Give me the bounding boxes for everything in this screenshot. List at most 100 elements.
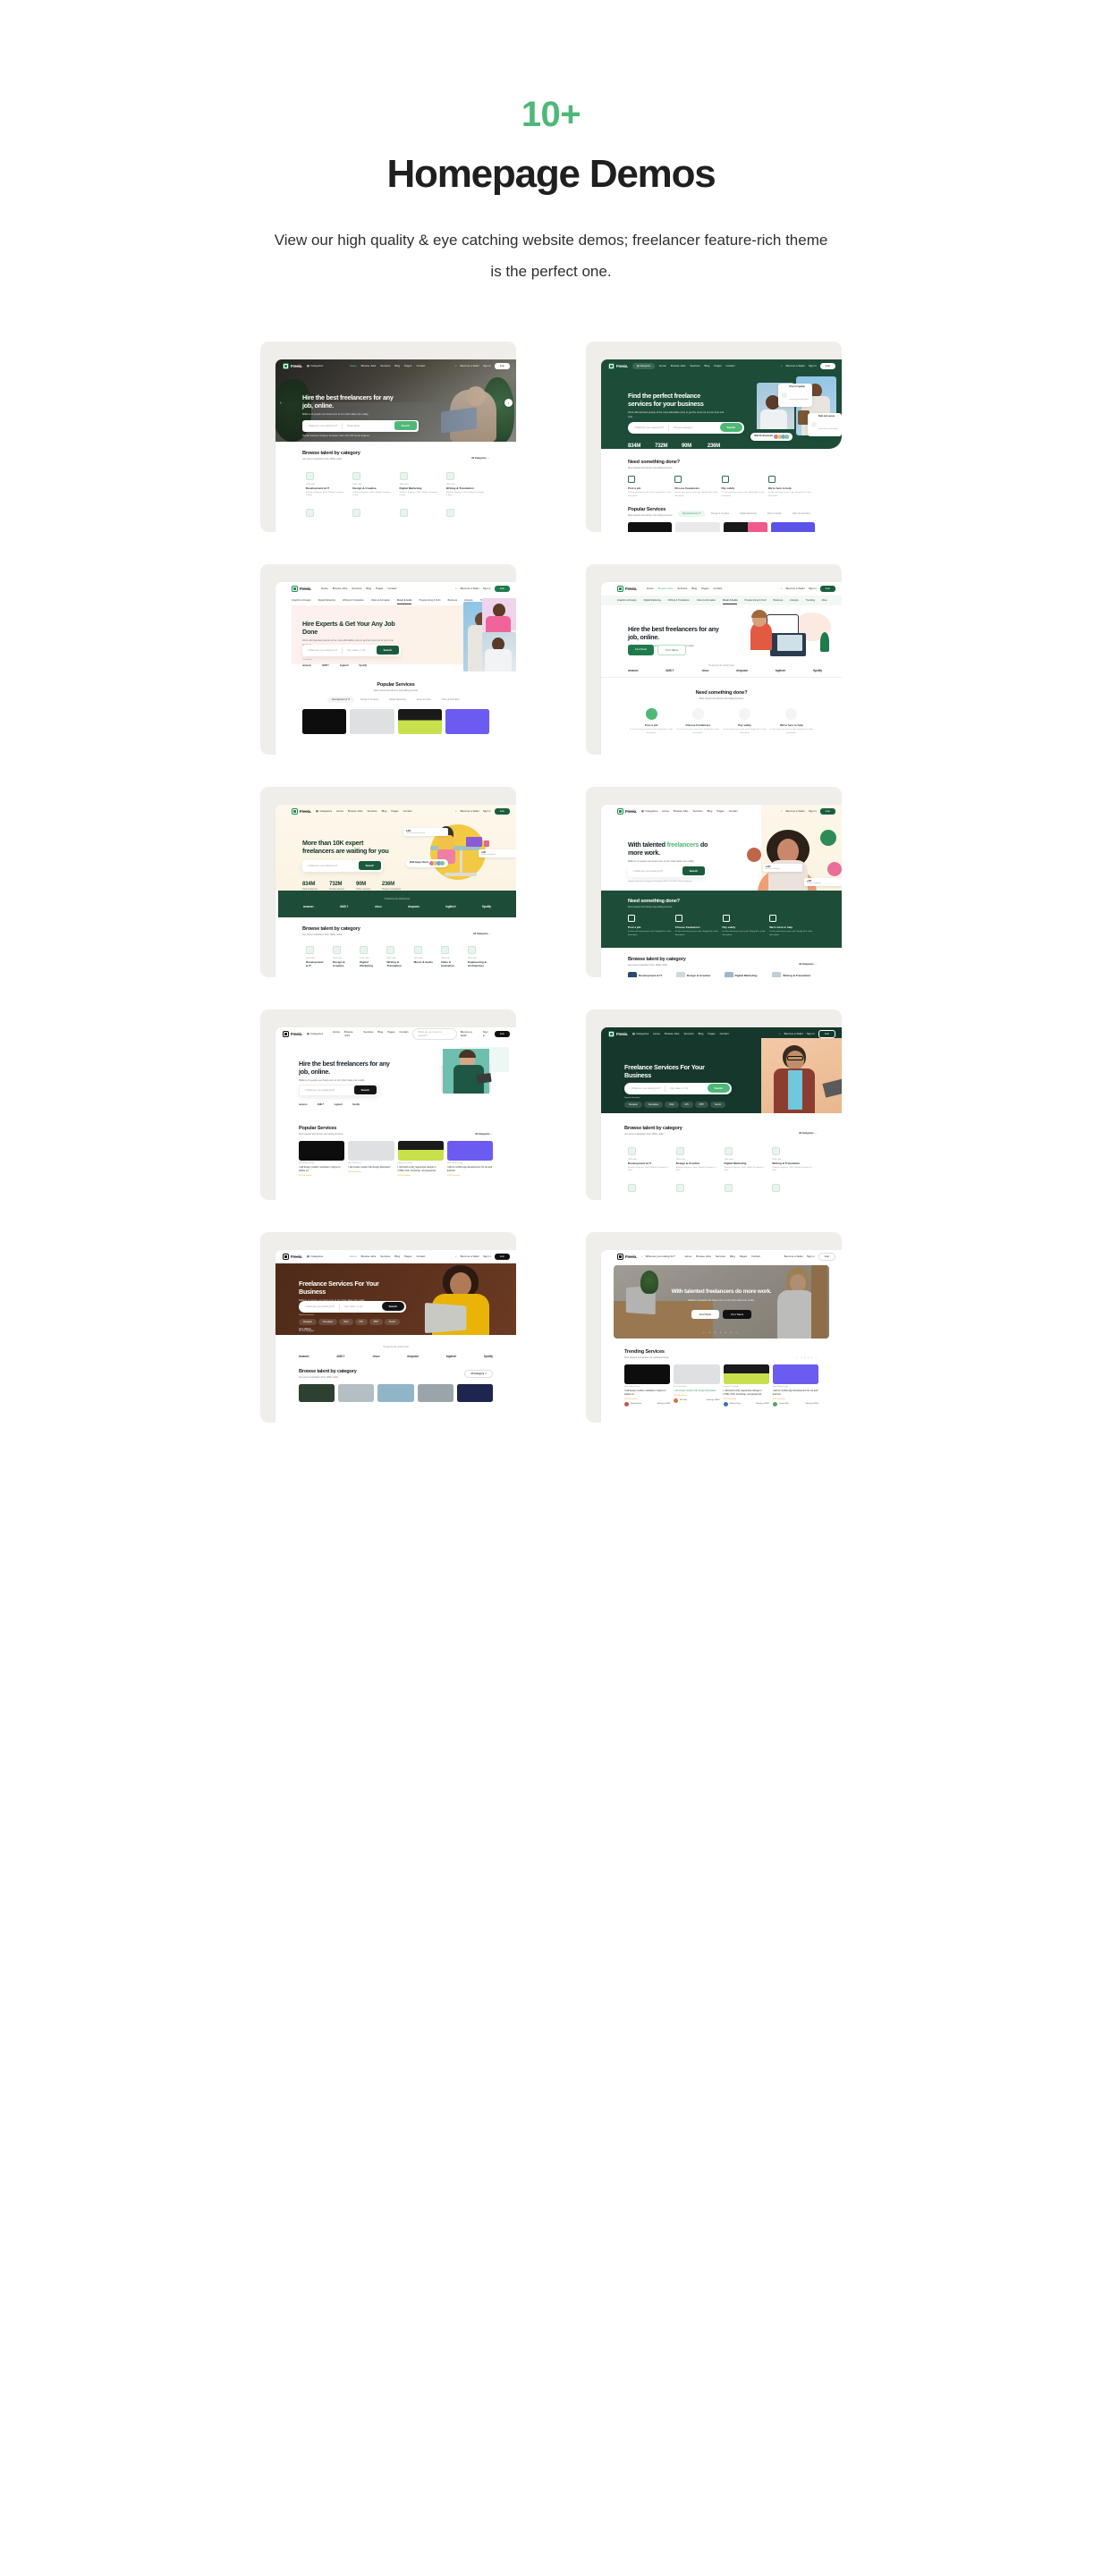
category-card[interactable]: 1853 skills Development & IT (302, 942, 329, 973)
demo-4-navbar[interactable]: Freeio. Home Browse Jobs Services Blog Pages… (601, 582, 842, 595)
category-subnav[interactable]: Graphics & Design Digital Marketing Writin… (601, 595, 842, 605)
join-button[interactable]: Join (494, 585, 510, 593)
join-button[interactable]: Join (819, 362, 835, 370)
service-card[interactable]: Art & Illustration I will create modern f… (348, 1140, 394, 1177)
find-talent-button[interactable]: Find Talent (657, 644, 687, 655)
join-button[interactable]: Join (819, 585, 835, 593)
demo-6-search-bar[interactable]: ⌕ What are you looking for? Search (628, 865, 707, 877)
location-input[interactable]: City, state, or zip (347, 648, 366, 652)
category-card[interactable]: 1853 skills Design & Creative (329, 942, 356, 973)
service-card[interactable]: Design & Creative I will build a fully re… (723, 1364, 769, 1406)
demo-card-3[interactable]: Freeio. Home Browse Jobs Services Blog Pages… (260, 563, 516, 755)
all-categories-link[interactable]: All Categories → (473, 933, 491, 935)
find-talent-button[interactable]: Find Talent (723, 1309, 752, 1319)
demo-1-navbar[interactable]: Freeio. ▦ Categories Home Browse Jobs Serv… (276, 359, 516, 373)
category-card[interactable]: 1853 skills Writing & Translation Software… (443, 468, 489, 503)
category-card[interactable]: 1853 skills Music & Audio (411, 942, 437, 973)
search-input[interactable]: ⌕ What are you looking for? (641, 1254, 675, 1258)
demo-card-2[interactable]: Freeio. ▦ Categories Home Browse Jobs Serv… (586, 341, 842, 532)
categories-menu[interactable]: ▦ Categories (641, 809, 657, 813)
service-card[interactable] (628, 521, 673, 532)
join-button[interactable]: Join (494, 362, 510, 370)
service-card[interactable] (445, 708, 489, 734)
category-card[interactable]: 1853 skills Development & IT Software Engi… (624, 1143, 673, 1178)
category-card[interactable]: Digital Marketing (724, 971, 769, 977)
demo-2-search-bar[interactable]: ⌕ What are you looking for? Choose Categ… (628, 421, 744, 434)
all-category-button[interactable]: All Category ↗ (464, 1369, 493, 1378)
category-tile[interactable] (299, 1383, 335, 1402)
all-categories-link[interactable]: All Categories → (475, 1133, 493, 1136)
search-button[interactable]: Search (682, 866, 705, 876)
search-button[interactable]: Search (394, 421, 417, 431)
category-card[interactable]: Design & Creative (675, 971, 721, 977)
role-select[interactable]: Select Role (347, 424, 360, 427)
service-card[interactable] (723, 521, 767, 532)
hero-cta-buttons[interactable]: Find Work Find Talent (614, 1309, 829, 1319)
nav-actions[interactable]: ⌕ Become a Seller Sign in Join (455, 585, 510, 593)
service-card[interactable] (350, 708, 394, 734)
categories-menu[interactable]: ▦ Categories (632, 1032, 648, 1035)
nav-actions[interactable]: ⌕ Become a Seller Sign in Join (779, 1029, 835, 1039)
main-nav[interactable]: Home Browse Jobs Services Blog Pages Contact (659, 364, 734, 367)
categories-menu[interactable]: ▦ Categories (316, 809, 332, 813)
demo-1-search-bar[interactable]: ⌕ What are you looking for? Select Role … (302, 419, 419, 432)
category-tile[interactable] (338, 1383, 375, 1402)
join-button[interactable]: Join (494, 1253, 510, 1261)
categories-menu[interactable]: ▦ Categories (307, 1254, 323, 1258)
nav-actions[interactable]: ⌕ Become a Seller Sign in Join (781, 807, 835, 815)
category-card[interactable]: 1853 skills Digital Marketing Software Eng… (721, 1143, 769, 1178)
nav-actions[interactable]: Become a Seller Sign in Join (784, 1252, 835, 1262)
demo-2-navbar[interactable]: Freeio. ▦ Categories Home Browse Jobs Serv… (601, 359, 842, 373)
join-button[interactable]: Join (819, 807, 835, 815)
category-tile[interactable] (377, 1383, 414, 1402)
category-card[interactable]: 1853 skills Design & Creative Software Eng… (673, 1143, 721, 1178)
categories-menu[interactable]: ▦ Categories (632, 363, 656, 369)
nav-actions[interactable]: What do you want to search? Become a Sel… (412, 1027, 510, 1040)
demo-5-search-bar[interactable]: ⌕ What are you looking for? Search (302, 859, 383, 872)
service-tabs[interactable]: Development & IT Design & Creative Digit… (302, 696, 489, 703)
category-card[interactable]: 1853 skills Development & IT Software Engi… (302, 468, 349, 503)
demo-10-navbar[interactable]: Freeio. ⌕ What are you looking for? Home… (601, 1249, 842, 1263)
demo-card-8[interactable]: Freeio. ▦ Categories Home Browse Jobs Serv… (586, 1009, 842, 1200)
all-categories-link[interactable]: All Categories → (471, 457, 489, 460)
service-card[interactable] (397, 708, 442, 734)
demo-5-navbar[interactable]: Freeio. ▦ Categories Home Browse Jobs Serv… (276, 805, 516, 818)
search-icon[interactable]: ⌕ (455, 809, 457, 813)
search-button[interactable]: Search (707, 1084, 730, 1094)
join-button[interactable]: Join (818, 1252, 835, 1262)
main-nav[interactable]: Home Browse Jobs Services Blog Pages Contact (350, 1254, 425, 1258)
category-card[interactable]: 1853 skills Digital Marketing Software Eng… (396, 468, 443, 503)
all-categories-link[interactable]: All Categories → (799, 963, 817, 966)
search-button[interactable]: Search (376, 646, 399, 655)
category-card[interactable]: 1853 skills Engineering & Architecture (464, 942, 491, 973)
search-button[interactable]: Search (719, 423, 742, 433)
search-icon[interactable]: ⌕ (455, 587, 457, 590)
main-nav[interactable]: Home Browse Jobs Services Blog Pages Contact (662, 809, 737, 813)
find-work-button[interactable]: Find Work (691, 1309, 720, 1319)
location-input[interactable]: City, state, or zip (670, 1086, 689, 1090)
search-button[interactable]: Search (381, 1302, 404, 1312)
search-button[interactable]: Search (353, 1085, 377, 1095)
nav-actions[interactable]: ⌕ Become a Seller Sign in Join (455, 1253, 510, 1261)
categories-menu[interactable]: ▦ Categories (307, 364, 323, 367)
search-button[interactable]: Search (358, 861, 381, 871)
carousel-prev-icon[interactable]: ‹ (280, 401, 282, 406)
demo-card-5[interactable]: Freeio. ▦ Categories Home Browse Jobs Serv… (260, 786, 516, 977)
demo-7-search-bar[interactable]: ⌕ What are you looking for? Search (299, 1084, 379, 1096)
demo-card-9[interactable]: Freeio. ▦ Categories Home Browse Jobs Serv… (260, 1231, 516, 1423)
search-icon[interactable]: ⌕ (781, 809, 783, 813)
search-input[interactable]: What do you want to search? (412, 1027, 457, 1040)
demo-8-search-bar[interactable]: ⌕ What are you looking for? City, state,… (624, 1082, 732, 1094)
service-card[interactable]: Web & App Design I will design modern web… (624, 1364, 671, 1406)
search-icon[interactable]: ⌕ (455, 1254, 457, 1258)
service-card[interactable] (770, 521, 815, 532)
category-tile[interactable] (456, 1383, 494, 1402)
demo-7-navbar[interactable]: Freeio. ▦ Categories Home Browse Jobs Serv… (276, 1027, 516, 1041)
nav-actions[interactable]: ⌕ Become a Seller Sign in Join (455, 807, 510, 815)
service-card[interactable]: Web & App Design I will do mobile app dev… (446, 1140, 493, 1177)
category-card[interactable]: 1853 skills Writing & Translation Software… (768, 1143, 817, 1178)
popular-search-chips[interactable]: Designer Developer Web iOS PHP Senior (299, 1318, 401, 1325)
main-nav[interactable]: Home Browse Jobs Services Blog Pages Contact (321, 587, 396, 590)
service-card[interactable]: Web & App Design I will design modern web… (299, 1140, 345, 1177)
service-card[interactable]: Art & Illustration I will create modern f… (674, 1364, 720, 1406)
